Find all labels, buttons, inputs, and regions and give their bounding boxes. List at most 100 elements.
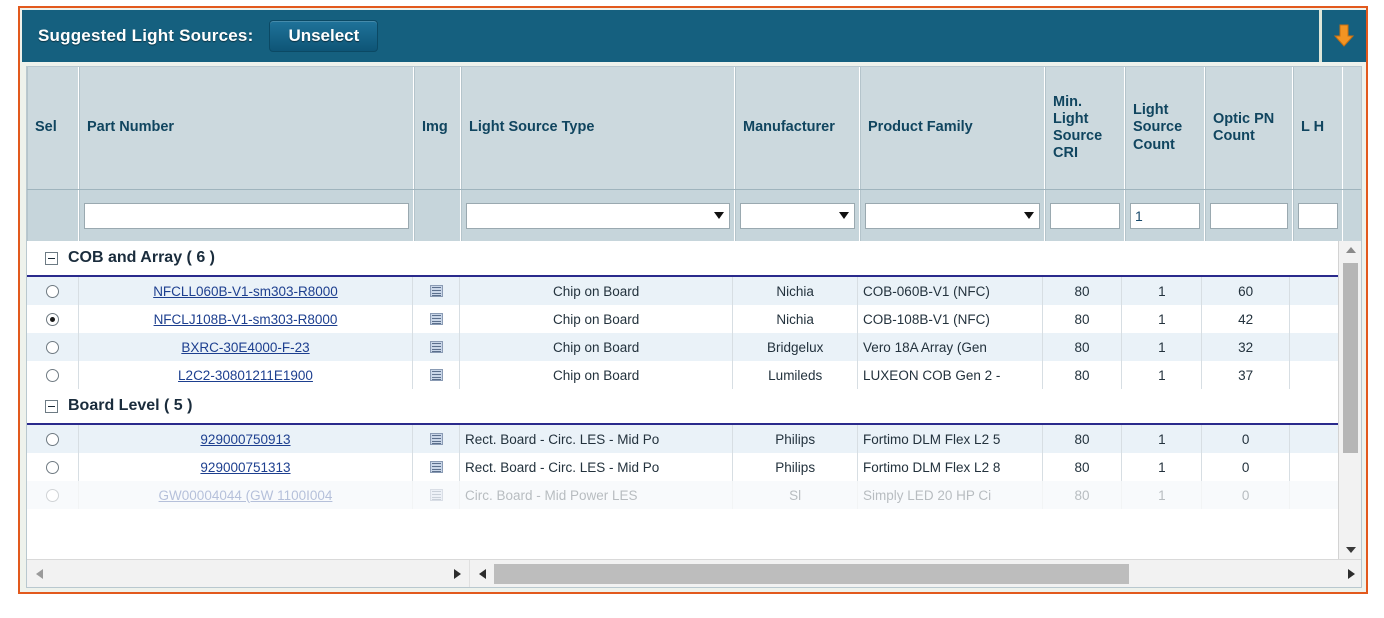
column-header-img-label: Img [422, 119, 448, 136]
row-select-cell [27, 425, 79, 453]
row-product-family-cell: Vero 18A Array (Gen [858, 333, 1043, 361]
list-icon[interactable] [429, 313, 443, 325]
row-light-source-type-cell: Circ. Board - Mid Power LES [460, 481, 734, 509]
column-header-img[interactable]: Img [414, 67, 461, 189]
table-row[interactable]: BXRC-30E4000-F-23 Chip on Board Bridgelu… [27, 333, 1340, 361]
row-manufacturer-cell: Nichia [733, 277, 859, 305]
list-icon[interactable] [429, 341, 443, 353]
part-number-link[interactable]: BXRC-30E4000-F-23 [181, 340, 309, 355]
row-lh-cell [1290, 277, 1340, 305]
table-row[interactable]: GW00004044 (GW 1100I004 Circ. Board - Mi… [27, 481, 1340, 509]
filter-input-light-source-count[interactable] [1130, 202, 1200, 229]
list-icon[interactable] [429, 461, 443, 473]
row-part-number-cell: 929000751313 [79, 453, 414, 481]
table-row[interactable]: 929000750913 Rect. Board - Circ. LES - M… [27, 425, 1340, 453]
row-product-family-cell: COB-108B-V1 (NFC) [858, 305, 1043, 333]
row-min-cri-cell: 80 [1043, 305, 1123, 333]
part-number-link[interactable]: 929000751313 [200, 460, 290, 475]
scroll-up-button[interactable] [1339, 241, 1361, 259]
vertical-scrollbar-thumb[interactable] [1343, 263, 1358, 453]
light-sources-grid: Sel Part Number Img Light Source Type Ma… [26, 66, 1362, 588]
scroll-left-button-main[interactable] [470, 560, 494, 587]
list-icon[interactable] [429, 433, 443, 445]
row-select-cell [27, 361, 79, 389]
scroll-right-button-frozen[interactable] [445, 560, 469, 587]
group-header-label: COB and Array ( 6 ) [68, 249, 215, 266]
horizontal-scrollbar-main-track[interactable] [494, 560, 1339, 587]
part-number-link[interactable]: NFCLJ108B-V1-sm303-R8000 [154, 312, 338, 327]
row-img-cell [413, 453, 460, 481]
row-light-source-type-cell: Chip on Board [460, 361, 734, 389]
column-header-min-cri[interactable]: Min. Light Source CRI [1045, 67, 1125, 189]
column-header-part-number[interactable]: Part Number [79, 67, 414, 189]
column-header-product-family-label: Product Family [868, 119, 973, 136]
export-download-button[interactable] [1322, 10, 1366, 62]
column-header-lh[interactable]: L H [1293, 67, 1343, 189]
filter-input-part-number[interactable] [84, 202, 409, 229]
list-icon[interactable] [429, 285, 443, 297]
table-row[interactable]: 929000751313 Rect. Board - Circ. LES - M… [27, 453, 1340, 481]
horizontal-scrollbar-frozen[interactable] [27, 560, 470, 587]
row-light-source-type-cell: Rect. Board - Circ. LES - Mid Po [460, 453, 734, 481]
part-number-link[interactable]: L2C2-30801211E1900 [178, 368, 313, 383]
row-radio-button[interactable] [45, 284, 59, 298]
row-img-cell [413, 277, 460, 305]
group-collapse-icon[interactable] [45, 251, 58, 265]
unselect-button[interactable]: Unselect [269, 20, 379, 52]
filter-select-product-family[interactable] [865, 202, 1040, 229]
table-row[interactable]: NFCLJ108B-V1-sm303-R8000 Chip on Board N… [27, 305, 1340, 333]
filter-select-light-source-type[interactable] [466, 202, 730, 229]
filter-select-manufacturer[interactable] [740, 202, 855, 229]
part-number-link[interactable]: GW00004044 (GW 1100I004 [159, 488, 333, 503]
scroll-left-button-frozen[interactable] [27, 560, 51, 587]
row-img-cell [413, 333, 460, 361]
row-lh-cell [1290, 481, 1340, 509]
suggested-light-sources-panel: Suggested Light Sources: Unselect Sel Pa… [18, 6, 1368, 594]
filter-input-min-cri[interactable] [1050, 202, 1120, 229]
row-light-source-type-cell: Chip on Board [460, 305, 734, 333]
filter-input-lh[interactable] [1298, 202, 1338, 229]
column-header-optic-pn-count-label: Optic PN Count [1213, 110, 1275, 144]
row-product-family-cell: Fortimo DLM Flex L2 5 [858, 425, 1043, 453]
list-icon[interactable] [429, 369, 443, 381]
horizontal-scrollbar-main-thumb[interactable] [494, 564, 1129, 584]
filter-cell-lh [1293, 189, 1343, 242]
row-part-number-cell: L2C2-30801211E1900 [79, 361, 414, 389]
scroll-right-button-main[interactable] [1339, 560, 1361, 587]
row-radio-button[interactable] [45, 460, 59, 474]
row-radio-button[interactable] [45, 340, 59, 354]
row-radio-button[interactable] [45, 312, 59, 326]
part-number-link[interactable]: 929000750913 [200, 432, 290, 447]
group-header-row[interactable]: Board Level ( 5 ) [27, 389, 1340, 425]
row-radio-button[interactable] [45, 368, 59, 382]
column-header-lh-label: L H [1301, 119, 1325, 136]
group-collapse-icon[interactable] [45, 399, 58, 413]
chevron-down-icon [1024, 212, 1034, 219]
row-radio-button[interactable] [45, 488, 59, 502]
table-row[interactable]: L2C2-30801211E1900 Chip on Board Lumiled… [27, 361, 1340, 389]
column-header-light-source-type[interactable]: Light Source Type [461, 67, 735, 189]
column-header-optic-pn-count[interactable]: Optic PN Count [1205, 67, 1293, 189]
column-header-light-source-count[interactable]: Light Source Count [1125, 67, 1205, 189]
column-header-light-source-count-label: Light Source Count [1133, 102, 1183, 153]
column-header-product-family[interactable]: Product Family [860, 67, 1045, 189]
filter-input-optic-pn-count[interactable] [1210, 202, 1288, 229]
group-header-row[interactable]: COB and Array ( 6 ) [27, 241, 1340, 277]
row-light-source-type-cell: Chip on Board [460, 277, 734, 305]
column-header-manufacturer[interactable]: Manufacturer [735, 67, 860, 189]
part-number-link[interactable]: NFCLL060B-V1-sm303-R8000 [153, 284, 338, 299]
table-row[interactable]: NFCLL060B-V1-sm303-R8000 Chip on Board N… [27, 277, 1340, 305]
list-icon[interactable] [429, 489, 443, 501]
row-radio-button[interactable] [45, 432, 59, 446]
row-manufacturer-cell: Nichia [733, 305, 859, 333]
horizontal-scrollbar-main[interactable] [470, 560, 1361, 587]
vertical-scrollbar[interactable] [1338, 241, 1361, 559]
scroll-down-button[interactable] [1339, 541, 1361, 559]
row-light-source-count-cell: 1 [1122, 305, 1203, 333]
row-optic-pn-count-cell: 37 [1202, 361, 1291, 389]
filter-cell-optic-pn-count [1205, 189, 1293, 242]
row-lh-cell [1290, 305, 1340, 333]
horizontal-scrollbar-frozen-track[interactable] [51, 560, 445, 587]
row-part-number-cell: GW00004044 (GW 1100I004 [79, 481, 414, 509]
column-header-sel[interactable]: Sel [27, 67, 79, 189]
